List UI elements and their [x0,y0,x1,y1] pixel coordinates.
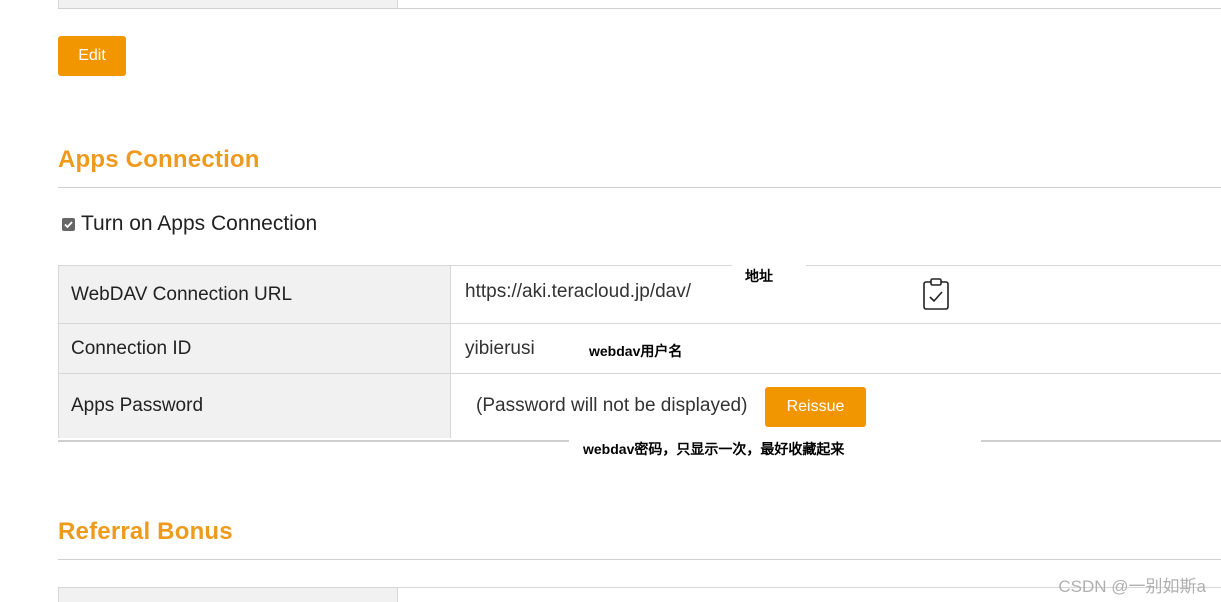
watermark: CSDN @一别如斯a [1058,577,1206,596]
row-label: Connection ID [58,324,451,373]
password-annotation: webdav密码，只显示一次，最好收藏起来 [569,434,981,462]
table-row: Apps Password (Password will not be disp… [58,374,1221,438]
webdav-url-value: https://aki.teracloud.jp/dav/ [465,280,692,302]
password-value: (Password will not be displayed) [476,395,748,416]
connection-id-value: yibierusi [465,337,535,359]
clipboard-check-icon [923,278,949,310]
account-info-table [58,0,1221,9]
row-label: Apps Password [58,374,451,438]
table-label-cell [58,0,398,8]
apps-connection-toggle[interactable]: Turn on Apps Connection [62,212,317,236]
referral-bonus-title: Referral Bonus [58,518,233,545]
apps-connection-title: Apps Connection [58,146,260,173]
address-annotation: 地址 [732,262,806,284]
section-divider [58,559,1221,560]
username-annotation: webdav用户名 [589,341,683,361]
row-label: WebDAV Connection URL [58,266,451,323]
edit-button[interactable]: Edit [58,36,126,76]
table-row: WebDAV Connection URL https://aki.teracl… [58,266,1221,324]
table-label-cell [58,588,398,602]
copy-url-button[interactable] [922,277,950,311]
referral-table [58,587,1221,602]
toggle-label: Turn on Apps Connection [81,212,318,235]
section-divider [58,187,1221,188]
checkbox[interactable] [62,217,75,231]
checkmark-icon [64,220,73,228]
reissue-button[interactable]: Reissue [765,387,866,427]
